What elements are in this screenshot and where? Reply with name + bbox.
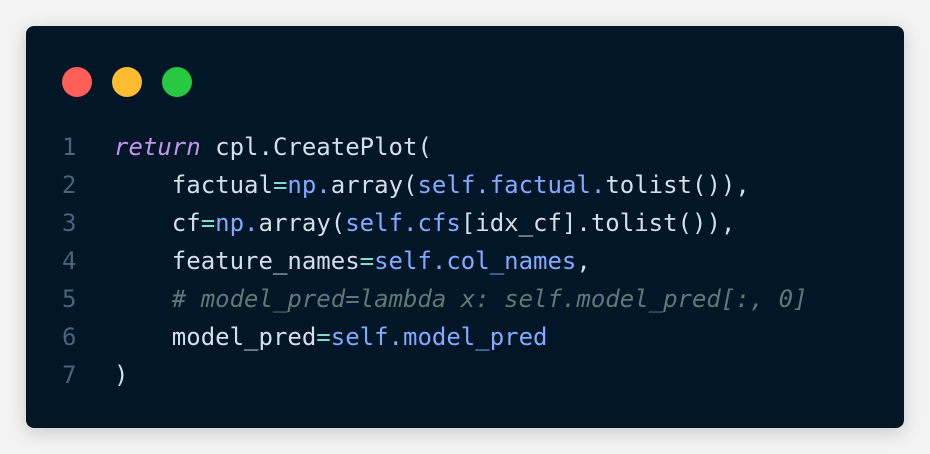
code-token-default: array(	[258, 209, 346, 237]
code-token-default: [idx_cf].tolist()),	[460, 209, 736, 237]
code-token-self: self.cfs	[345, 209, 461, 237]
code-token-self: np.	[215, 209, 259, 237]
maximize-dot-icon[interactable]	[162, 67, 192, 97]
code-line-content: feature_names=self.col_names,	[114, 242, 591, 280]
line-number: 4	[62, 247, 77, 275]
close-dot-icon[interactable]	[62, 67, 92, 97]
code-line: 6 model_pred=self.model_pred	[26, 318, 904, 356]
line-number: 1	[62, 133, 77, 161]
code-line: 3 cf=np.array(self.cfs[idx_cf].tolist())…	[26, 204, 904, 242]
code-block: 1 return cpl.CreatePlot(2 factual=np.arra…	[26, 128, 904, 394]
code-token-keyword: return	[114, 133, 201, 161]
code-line: 5 # model_pred=lambda x: self.model_pred…	[26, 280, 904, 318]
code-line-content: return cpl.CreatePlot(	[114, 128, 432, 166]
line-number: 2	[62, 171, 77, 199]
code-token-operator: =	[359, 247, 375, 275]
code-token-operator: =	[200, 209, 216, 237]
code-line-content: # model_pred=lambda x: self.model_pred[:…	[114, 280, 808, 318]
code-line: 4 feature_names=self.col_names,	[26, 242, 904, 280]
code-token-default: model_pred	[114, 323, 317, 351]
code-token-operator: =	[272, 171, 288, 199]
code-token-default: ,	[576, 247, 591, 275]
code-token-default: cf	[114, 209, 201, 237]
code-token-default: feature_names	[114, 247, 360, 275]
code-token-default: factual	[114, 171, 273, 199]
code-token-default: tolist()),	[605, 171, 750, 199]
line-number: 6	[62, 323, 77, 351]
code-token-self: self.col_names	[374, 247, 577, 275]
line-number: 3	[62, 209, 77, 237]
code-token-self: self.factual.	[417, 171, 606, 199]
code-line: 2 factual=np.array(self.factual.tolist()…	[26, 166, 904, 204]
code-line-content: cf=np.array(self.cfs[idx_cf].tolist()),	[114, 204, 736, 242]
line-number: 7	[62, 361, 77, 389]
code-token-comment: # model_pred=lambda x: self.model_pred[:…	[114, 285, 808, 313]
code-line: 7)	[26, 356, 904, 394]
code-token-self: np.	[287, 171, 331, 199]
code-line-content: factual=np.array(self.factual.tolist()),	[114, 166, 750, 204]
code-line-content: model_pred=self.model_pred	[114, 318, 548, 356]
code-window: 1 return cpl.CreatePlot(2 factual=np.arra…	[26, 26, 904, 428]
line-number: 5	[62, 285, 77, 313]
code-token-operator: =	[316, 323, 331, 351]
code-token-default: )	[114, 361, 129, 389]
code-token-default: cpl.CreatePlot(	[200, 133, 432, 161]
code-token-self: self.model_pred	[330, 323, 548, 351]
code-line: 1 return cpl.CreatePlot(	[26, 128, 904, 166]
code-token-default: array(	[330, 171, 418, 199]
code-line-content: )	[114, 356, 128, 394]
minimize-dot-icon[interactable]	[112, 67, 142, 97]
